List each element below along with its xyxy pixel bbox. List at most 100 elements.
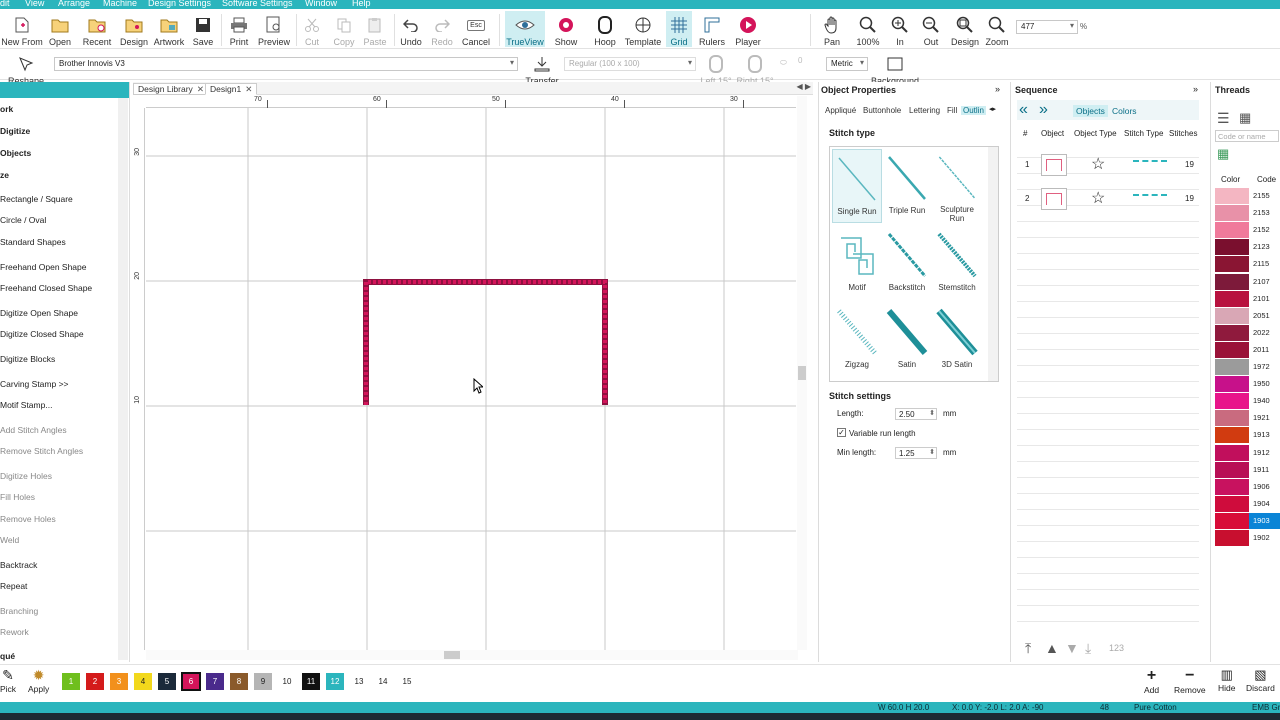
tab-applique[interactable]: Appliqué [825,106,856,115]
paste-button[interactable]: Paste [362,11,388,47]
tools-panel-scrollbar[interactable] [118,98,128,660]
machine-select[interactable]: Brother Innovis V3 [54,57,518,71]
zoom-100-button[interactable]: 100% [855,11,881,47]
trueview-button[interactable]: TrueView [505,11,545,47]
thread-row[interactable]: 1911 [1215,461,1280,478]
grid-button[interactable]: Grid [666,11,692,47]
sequence-next-icon[interactable]: » [1039,101,1048,119]
player-button[interactable]: Player [733,11,763,47]
menu-arrange[interactable]: Arrange [58,0,90,8]
move-to-top-icon[interactable]: ⤒ [1025,640,1031,657]
zoom-in-button[interactable]: In [889,11,911,47]
menu-machine[interactable]: Machine [103,0,137,8]
save-button[interactable]: Save [191,11,215,47]
stitch-3d-satin[interactable]: 3D Satin [932,303,982,377]
palette-color-6[interactable]: 6 [181,672,201,691]
units-select[interactable]: Metric [826,57,868,71]
thread-row[interactable]: 2022 [1215,324,1280,341]
thread-row[interactable]: 1903 [1215,512,1280,529]
tool-item[interactable]: Digitize Open Shape [0,308,78,318]
pick-button[interactable]: ✎ Pick [0,667,16,694]
tool-item[interactable]: ork [0,104,13,114]
menu-view[interactable]: View [25,0,44,8]
tool-item[interactable]: Digitize Closed Shape [0,329,84,339]
thread-row[interactable]: 2051 [1215,307,1280,324]
move-to-bottom-icon[interactable]: ⤓ [1085,640,1091,657]
cancel-button[interactable]: Esc Cancel [461,11,491,47]
zoom-design-button[interactable]: Design [950,11,980,47]
discard-button[interactable]: ▧ Discard [1246,667,1275,693]
tool-item[interactable]: Digitize Blocks [0,354,55,364]
print-button[interactable]: Print [227,11,251,47]
length-spinner[interactable]: 2.50 [895,408,937,420]
thread-row[interactable]: 1972 [1215,359,1280,375]
thread-search-input[interactable]: Code or name [1215,130,1279,142]
thread-row[interactable]: 2115 [1215,256,1280,273]
cut-button[interactable]: Cut [302,11,322,47]
recent-button[interactable]: Recent [80,11,114,47]
tool-item[interactable]: qué [0,651,15,661]
tab-arrows-icon[interactable]: ◂▸ [989,105,996,113]
palette-color-2[interactable]: 2 [86,673,104,690]
menu-window[interactable]: Window [305,0,337,8]
palette-color-12[interactable]: 12 [326,673,344,690]
move-up-icon[interactable]: ▲ [1045,640,1059,656]
preview-button[interactable]: Preview [258,11,290,47]
palette-color-7[interactable]: 7 [206,673,224,690]
grid-view-icon[interactable]: ▦ [1239,110,1251,126]
transfer-button[interactable]: Transfer [524,50,560,86]
tool-item[interactable]: Fill Holes [0,492,35,502]
design-canvas[interactable] [146,108,796,650]
tool-item[interactable]: Weld [0,535,19,545]
show-button[interactable]: Show [552,11,580,47]
remove-color-button[interactable]: − Remove [1174,667,1206,695]
list-view-icon[interactable]: ☰ [1217,110,1230,127]
tool-item[interactable]: Digitize [0,126,30,136]
stitch-single-run[interactable]: Single Run [832,149,882,223]
menu-edit[interactable]: dit [0,0,10,8]
zoom-box-button[interactable]: Zoom [984,11,1010,47]
reshape-button[interactable]: Reshape [6,50,46,86]
tool-item[interactable]: Standard Shapes [0,237,66,247]
palette-color-10[interactable]: 10 [278,673,296,690]
hoop-size-select[interactable]: Regular (100 x 100) [564,57,696,71]
thread-row[interactable]: 2152 [1215,222,1280,239]
stitch-backstitch[interactable]: Backstitch [882,226,932,300]
thread-row[interactable]: 1921 [1215,410,1280,427]
close-icon[interactable]: ✕ [245,84,252,94]
min-length-spinner[interactable]: 1.25 [895,447,937,459]
open-button[interactable]: Open [46,11,74,47]
tool-item[interactable]: Freehand Closed Shape [0,283,92,293]
sequence-row[interactable]: 2 ☆ 19 [1017,186,1199,216]
tool-item[interactable]: Objects [0,148,31,158]
tab-design-library[interactable]: Design Library ✕ [133,83,209,95]
palette-color-3[interactable]: 3 [110,673,128,690]
palette-color-13[interactable]: 13 [350,673,368,690]
thread-row[interactable]: 2011 [1215,341,1280,358]
thread-palette-icon[interactable]: ▦ [1217,146,1229,162]
tool-item[interactable]: Digitize Holes [0,471,52,481]
tool-item[interactable]: Repeat [0,581,27,591]
thread-row[interactable]: 1950 [1215,376,1280,393]
panel-collapse-icon[interactable]: » [995,84,1000,94]
thread-row[interactable]: 2101 [1215,290,1280,307]
left-angle-button[interactable]: Left 15° [700,50,732,86]
pan-button[interactable]: Pan [820,11,844,47]
copy-button[interactable]: Copy [332,11,356,47]
sequence-first-icon[interactable]: « [1019,101,1028,119]
menu-design-settings[interactable]: Design Settings [148,0,211,8]
tool-item[interactable]: Carving Stamp >> [0,379,69,389]
canvas-horizontal-scrollbar[interactable] [146,650,798,660]
tool-item[interactable]: ze [0,170,9,180]
close-icon[interactable]: ✕ [197,84,204,94]
stitch-triple-run[interactable]: Triple Run [882,149,932,223]
tool-item[interactable]: Motif Stamp... [0,400,52,410]
sequence-row[interactable]: 1 ☆ 19 [1017,152,1199,182]
menu-software-settings[interactable]: Software Settings [222,0,293,8]
palette-color-4[interactable]: 4 [134,673,152,690]
design-button[interactable]: Design [119,11,149,47]
stitch-sculpture-run[interactable]: Sculpture Run [932,149,982,223]
tab-buttonhole[interactable]: Buttonhole [863,106,901,115]
stitch-satin[interactable]: Satin [882,303,932,377]
tool-item[interactable]: Circle / Oval [0,215,46,225]
